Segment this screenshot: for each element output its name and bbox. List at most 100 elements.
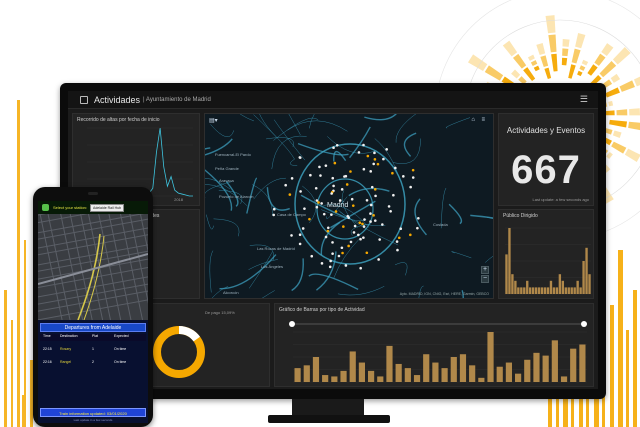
- map-point: [308, 217, 311, 221]
- map-road: [308, 273, 359, 291]
- sunburst-segment: [511, 69, 521, 79]
- hamburger-menu-icon[interactable]: ☰: [580, 95, 588, 104]
- map-road: [316, 251, 337, 291]
- public-bar: [555, 287, 559, 294]
- bar-chart-panel: Gráfico de Barras por tipo de Actividad: [274, 303, 594, 387]
- map-point: [359, 237, 362, 241]
- public-bar: [588, 274, 591, 294]
- map-road: [470, 214, 493, 219]
- map-point: [351, 204, 355, 207]
- sunburst-segment: [609, 119, 628, 128]
- kpi-title: Actividades y Eventos: [506, 126, 586, 135]
- zoom-in-button[interactable]: +: [481, 266, 489, 274]
- dashboard-org: | Ayuntamiento de Madrid: [143, 96, 211, 103]
- public-bar: [520, 287, 523, 294]
- sunburst-segment: [612, 130, 622, 139]
- row-time: 22:16: [43, 360, 52, 364]
- map-panel[interactable]: Madrid Fuencarral-El Pardo Peña Grande Arav…: [204, 113, 494, 299]
- map-roads: [205, 114, 493, 298]
- map-point: [322, 212, 326, 216]
- map-road: [291, 258, 304, 292]
- col-destination: Destination: [60, 334, 78, 338]
- map-road: [266, 187, 290, 211]
- map-point: [382, 157, 385, 161]
- sunburst-segment: [533, 65, 540, 72]
- public-bar: [534, 287, 538, 294]
- row-time: 22:15: [43, 347, 52, 351]
- map-point: [335, 143, 339, 147]
- map-point: [357, 233, 360, 237]
- map-point: [362, 225, 366, 228]
- map-point: [389, 210, 392, 213]
- list-icon[interactable]: ≡: [481, 117, 485, 123]
- sunburst-segment: [629, 108, 640, 116]
- activity-bar: [377, 376, 384, 382]
- layers-icon[interactable]: ▤▾: [209, 117, 218, 124]
- map-point: [376, 162, 380, 166]
- map-point: [409, 233, 412, 237]
- phone-street: [108, 214, 132, 320]
- station-select[interactable]: Adelaide Rail Hub: [90, 203, 125, 212]
- map-road: [289, 158, 298, 166]
- activity-bar: [487, 332, 494, 382]
- public-bar: [558, 274, 562, 294]
- map-point: [324, 235, 328, 239]
- sunburst-segment: [587, 64, 598, 76]
- kpi-value: 667: [511, 148, 581, 192]
- map-point: [394, 166, 397, 170]
- map-point: [392, 193, 395, 197]
- map-point: [272, 213, 276, 217]
- range-slider-left-handle[interactable]: [289, 321, 295, 327]
- map-point: [284, 183, 287, 187]
- map-point: [320, 262, 324, 265]
- map-point: [331, 252, 334, 255]
- activity-bar: [533, 352, 540, 382]
- map-point: [402, 175, 405, 178]
- sunburst-segment: [601, 43, 614, 56]
- map-point: [373, 158, 377, 161]
- map-point: [347, 244, 350, 248]
- activity-bar: [349, 351, 356, 382]
- sunburst-segment: [467, 54, 488, 71]
- map-road: [394, 262, 408, 276]
- sunburst-segment: [545, 15, 556, 34]
- public-bar: [567, 287, 570, 294]
- map-road: [327, 136, 376, 154]
- map-road: [219, 254, 277, 290]
- dashboard-title: Actividades: [94, 94, 141, 105]
- map-point: [362, 236, 365, 239]
- map-point: [303, 207, 306, 210]
- activity-bar: [469, 365, 476, 382]
- map-label: Fuencarral-El Pardo: [215, 152, 251, 157]
- map-point: [370, 185, 374, 189]
- map-point: [397, 236, 401, 240]
- range-slider-right-handle[interactable]: [581, 321, 587, 327]
- table-row: 22:15 Rosary 1 On time: [40, 345, 146, 353]
- phone-street: [38, 299, 148, 320]
- station-label: Select your station:: [53, 205, 88, 210]
- phone: Select your station: Adelaide Rail Hub D…: [33, 187, 153, 427]
- map-road: [261, 290, 275, 298]
- map-point: [319, 174, 322, 177]
- map-road: [206, 214, 214, 230]
- bookmark-icon[interactable]: ⌂: [471, 117, 475, 123]
- map-point: [396, 248, 399, 252]
- zoom-out-button[interactable]: −: [481, 275, 489, 283]
- activity-bar: [386, 345, 393, 382]
- map-point: [324, 164, 328, 167]
- donut-slice: [178, 326, 201, 342]
- row-plat: 1: [92, 347, 94, 351]
- phone-map[interactable]: [38, 214, 148, 320]
- map-label: Peña Grande: [215, 166, 239, 171]
- public-bar: [523, 287, 526, 294]
- map-road: [253, 114, 295, 160]
- sunburst-segment: [606, 152, 613, 160]
- departures-columns: Time Destination Plat Expected: [40, 334, 146, 341]
- map-label: Aravaca: [219, 178, 234, 183]
- public-panel: Público Dirigido: [498, 209, 594, 299]
- row-expected: On time: [114, 347, 127, 351]
- line-x-label: 2018: [174, 197, 183, 202]
- decorative-bar: [626, 330, 629, 427]
- phone-map-streets: [38, 214, 148, 320]
- sunburst-segment: [527, 54, 535, 61]
